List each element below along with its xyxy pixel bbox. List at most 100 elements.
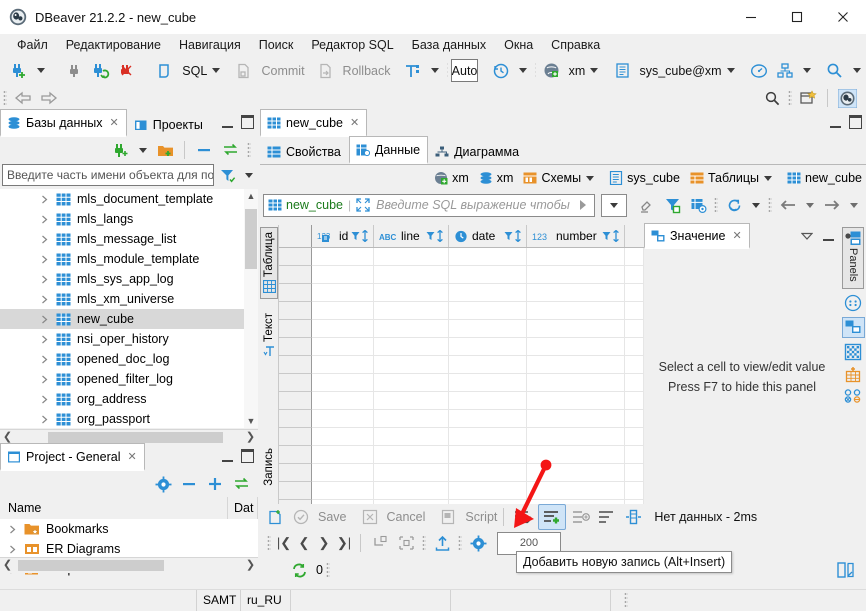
list-item[interactable]: Bookmarks — [0, 519, 258, 539]
menu-item-help[interactable]: Справка — [542, 36, 609, 54]
chevron-right-icon[interactable] — [40, 295, 49, 304]
breadcrumb-item-schemas[interactable]: Схемы — [523, 171, 599, 185]
refresh-icon[interactable] — [721, 193, 747, 217]
tree-item-mls-sys-app-log[interactable]: mls_sys_app_log — [0, 269, 258, 289]
custom-filter-icon[interactable] — [685, 193, 711, 217]
back-navigation-icon[interactable] — [10, 86, 36, 110]
table-row[interactable] — [279, 338, 644, 356]
toolbar-grip[interactable] — [422, 534, 426, 552]
apply-filter-icon[interactable] — [576, 198, 590, 212]
minimize-button[interactable] — [728, 0, 774, 34]
chevron-down-icon[interactable] — [764, 175, 772, 181]
column-filter-sort-icons[interactable] — [602, 230, 620, 242]
scroll-down-icon[interactable]: ▼ — [244, 414, 258, 428]
schema-selector-icon[interactable] — [609, 59, 635, 83]
transaction-log-dropdown-icon[interactable] — [519, 68, 528, 73]
database-tree[interactable]: mls_document_template mls_langs mls_messag… — [0, 189, 258, 428]
collapse-all-icon[interactable] — [191, 138, 217, 162]
refresh-connection-icon[interactable] — [88, 59, 114, 83]
breadcrumb-item-database[interactable]: xm — [479, 171, 513, 185]
breadcrumb-item-tables[interactable]: Таблицы — [690, 171, 777, 185]
column-header-date[interactable]: Dat — [228, 497, 258, 519]
minimize-panel-icon[interactable] — [830, 117, 841, 128]
new-connection-icon[interactable] — [6, 59, 32, 83]
scrollbar-thumb[interactable] — [245, 209, 257, 269]
search-input[interactable]: Введите часть имени объекта для пои — [2, 164, 214, 186]
breadcrumb-item-connection[interactable]: xm — [434, 171, 469, 185]
tree-item-org-passport[interactable]: org_passport — [0, 409, 258, 428]
table-row[interactable] — [279, 446, 644, 464]
transaction-mode-icon[interactable] — [400, 59, 426, 83]
tab-databases[interactable]: Базы данных ✕ — [0, 109, 127, 137]
transaction-log-icon[interactable] — [488, 59, 514, 83]
column-filter-icon[interactable] — [602, 231, 611, 242]
scrollbar-track[interactable] — [15, 559, 243, 572]
dashboard-icon[interactable] — [746, 59, 772, 83]
table-row[interactable] — [279, 392, 644, 410]
project-horizontal-scrollbar[interactable]: ❮ ❯ — [0, 557, 258, 573]
apply-changes-icon[interactable] — [262, 505, 288, 529]
schema-dropdown-icon[interactable] — [726, 68, 735, 73]
sql-editor-label[interactable]: SQL — [182, 64, 207, 78]
tree-item-mls-xm-universe[interactable]: mls_xm_universe — [0, 289, 258, 309]
tab-record-view[interactable]: Запись — [260, 448, 278, 486]
table-row[interactable] — [279, 374, 644, 392]
tab-diagram[interactable]: Диаграмма — [428, 138, 527, 164]
grid-body[interactable]: 123 id ABC line date 123 number — [279, 225, 644, 504]
search-dropdown-icon[interactable] — [852, 68, 861, 73]
connection-dropdown-icon[interactable] — [590, 68, 599, 73]
maximize-panel-icon[interactable] — [241, 115, 254, 129]
database-tasks-icon[interactable] — [772, 59, 798, 83]
view-menu-icon[interactable] — [801, 232, 813, 240]
breadcrumb-item-schema[interactable]: sys_cube — [609, 171, 680, 185]
menu-item-file[interactable]: Файл — [8, 36, 57, 54]
tree-item-new-cube[interactable]: new_cube — [0, 309, 258, 329]
new-connection-dropdown-icon[interactable] — [37, 68, 46, 73]
maximize-panel-icon[interactable] — [849, 115, 862, 129]
tab-data[interactable]: Данные — [348, 136, 429, 164]
chevron-down-icon[interactable] — [586, 175, 595, 181]
menu-item-windows[interactable]: Окна — [495, 36, 542, 54]
calc-panel-icon[interactable] — [840, 366, 866, 384]
previous-row-icon[interactable]: ❮ — [294, 535, 314, 551]
chevron-right-icon[interactable] — [40, 275, 49, 284]
tree-vertical-scrollbar[interactable]: ▲ ▼ — [244, 189, 258, 428]
filter-container[interactable]: new_cube | Введите SQL выражение чтобы о… — [263, 193, 595, 217]
column-header-date[interactable]: date — [449, 225, 527, 247]
auto-commit-combo[interactable]: Auto — [450, 59, 479, 82]
tree-item-mls-langs[interactable]: mls_langs — [0, 209, 258, 229]
close-button[interactable] — [820, 0, 866, 34]
table-row[interactable] — [279, 266, 644, 284]
toolbar-grip[interactable] — [788, 89, 792, 107]
tab-table-view[interactable]: Таблица — [260, 227, 278, 300]
column-sort-icon[interactable] — [612, 230, 620, 242]
transaction-dropdown-icon[interactable] — [431, 68, 440, 73]
table-row[interactable] — [279, 410, 644, 428]
tab-value[interactable]: Значение ✕ — [644, 223, 750, 249]
first-row-icon[interactable]: |❮ — [274, 535, 294, 551]
table-row[interactable] — [279, 428, 644, 446]
table-row[interactable] — [279, 248, 644, 266]
tree-item-mls-message-list[interactable]: mls_message_list — [0, 229, 258, 249]
close-icon[interactable]: ✕ — [127, 450, 136, 463]
fetch-next-page-icon[interactable] — [367, 531, 393, 555]
sql-dropdown-icon[interactable] — [212, 68, 221, 73]
grid-settings-gear-icon[interactable] — [465, 531, 491, 555]
panels-toggle[interactable]: Panels — [842, 227, 864, 289]
column-sort-icon[interactable] — [361, 230, 369, 242]
tree-item-opened-filter-log[interactable]: opened_filter_log — [0, 369, 258, 389]
previous-page-dropdown-icon[interactable] — [806, 202, 814, 208]
auto-refresh-icon[interactable] — [286, 558, 312, 582]
previous-page-icon[interactable] — [775, 193, 801, 217]
sql-editor-icon[interactable] — [152, 59, 178, 83]
minimize-panel-icon[interactable] — [222, 451, 233, 462]
toolbar-grip[interactable] — [267, 534, 271, 552]
delete-row-icon[interactable] — [594, 505, 620, 529]
toolbar-grip[interactable] — [458, 534, 462, 552]
column-filter-icon[interactable] — [351, 231, 360, 242]
maximize-panel-icon[interactable] — [241, 449, 254, 463]
column-filter-icon[interactable] — [426, 231, 435, 242]
chevron-right-icon[interactable] — [40, 335, 49, 344]
results-grid[interactable]: Таблица Текст Запись id ABC line date 12… — [260, 225, 644, 504]
disconnect-icon[interactable] — [62, 59, 88, 83]
